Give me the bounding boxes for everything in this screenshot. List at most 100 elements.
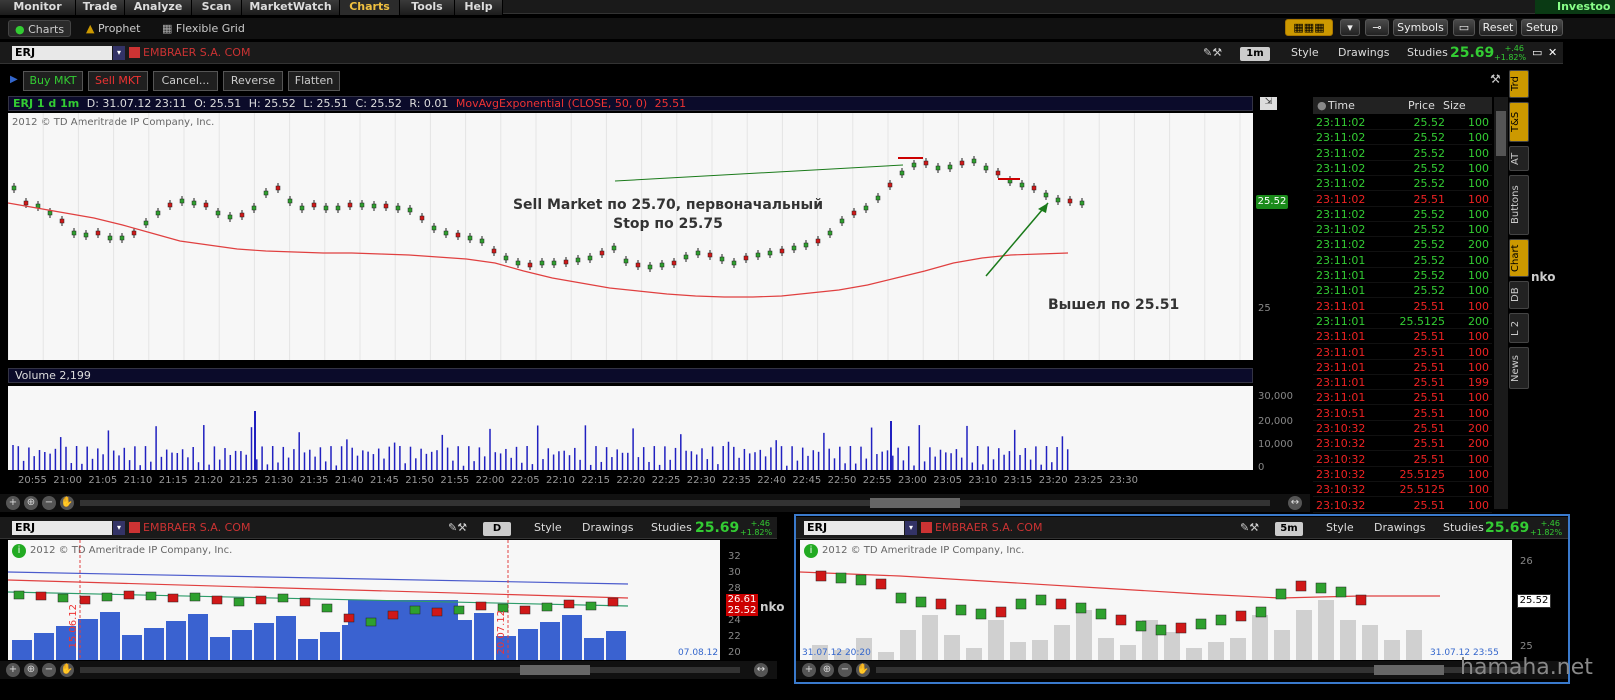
ts-row[interactable]: 23:11:01 25.51 100 [1313, 360, 1492, 375]
close-icon[interactable]: ✕ [1548, 46, 1557, 59]
side-tab-chart[interactable]: Chart [1509, 239, 1529, 277]
window-button[interactable]: ▭ [1453, 19, 1475, 36]
menu-help[interactable]: Help [455, 0, 503, 15]
flatten-button[interactable]: Flatten [288, 71, 340, 91]
daily-scrollbar[interactable] [80, 667, 740, 673]
ts-row[interactable]: 23:11:01 25.52 100 [1313, 268, 1492, 283]
maximize-icon[interactable]: ▭ [1532, 46, 1542, 59]
ts-row[interactable]: 23:11:02 25.52 200 [1313, 237, 1492, 253]
studies-menu[interactable]: Studies [1407, 46, 1448, 59]
menu-marketwatch[interactable]: MarketWatch [242, 0, 340, 15]
daily-pan-icon[interactable]: ✋ [60, 663, 74, 677]
ts-header-size[interactable]: Size [1443, 97, 1466, 114]
ts-row[interactable]: 23:11:02 25.52 100 [1313, 161, 1492, 176]
daily-symbol-input[interactable]: ERJ [12, 521, 112, 535]
daily-drawings-menu[interactable]: Drawings [582, 521, 633, 534]
daily-tools-icon[interactable]: ✎⚒ [448, 521, 467, 534]
fivemin-scroll-thumb[interactable] [1374, 665, 1444, 675]
fivemin-zoom-icon[interactable]: ⊕ [820, 663, 834, 677]
ts-scroll-thumb[interactable] [1496, 111, 1506, 156]
ts-row[interactable]: 23:11:02 25.52 100 [1313, 130, 1492, 146]
chart-settings-icon[interactable]: ⇲ [1260, 97, 1277, 110]
cancel-button[interactable]: Cancel... [153, 71, 218, 91]
side-tab-l2[interactable]: L 2 [1509, 313, 1529, 343]
side-tab-db[interactable]: DB [1509, 281, 1529, 309]
ts-row[interactable]: 23:11:02 25.52 100 [1313, 115, 1492, 130]
side-tab-at[interactable]: AT [1509, 146, 1529, 171]
fivemin-pan-icon[interactable]: ✋ [856, 663, 870, 677]
pan-hand-icon[interactable]: ✋ [60, 496, 74, 510]
side-tab-ts[interactable]: T&S [1509, 102, 1529, 142]
fivemin-zoom-out-icon[interactable]: − [838, 663, 852, 677]
daily-style-menu[interactable]: Style [534, 521, 562, 534]
link-button[interactable]: ⊸ [1365, 19, 1389, 36]
side-tab-buttons[interactable]: Buttons [1509, 175, 1529, 235]
main-symbol-input[interactable]: ERJ [12, 46, 112, 60]
side-tab-trd[interactable]: Trd [1509, 70, 1529, 98]
fivemin-studies-menu[interactable]: Studies [1443, 521, 1484, 534]
fivemin-chart[interactable]: i 2012 © TD Ameritrade IP Company, Inc. … [800, 540, 1512, 660]
daily-zoom-out-icon[interactable]: − [42, 663, 56, 677]
subtab-flexible-grid[interactable]: ▦ Flexible Grid [162, 20, 245, 37]
menu-trade[interactable]: Trade [76, 0, 125, 15]
ts-row[interactable]: 23:11:01 25.52 100 [1313, 283, 1492, 299]
main-scrollbar-thumb[interactable] [870, 498, 960, 508]
ts-header-time[interactable]: Time [1328, 97, 1355, 114]
expand-horizontal-icon[interactable]: ↔ [1288, 496, 1302, 510]
ts-row[interactable]: 23:11:02 25.52 100 [1313, 222, 1492, 238]
menu-analyze[interactable]: Analyze [125, 0, 192, 15]
ts-row[interactable]: 23:11:01 25.52 100 [1313, 253, 1492, 268]
ts-row[interactable]: 23:11:02 25.52 100 [1313, 207, 1492, 222]
zoom-in-icon[interactable]: + [6, 496, 20, 510]
fivemin-tools-icon[interactable]: ✎⚒ [1240, 521, 1259, 534]
ts-row[interactable]: 23:10:32 25.5125 100 [1313, 467, 1492, 482]
ts-row[interactable]: 23:11:01 25.51 100 [1313, 345, 1492, 360]
reset-button[interactable]: Reset [1479, 19, 1517, 36]
fivemin-zoom-in-icon[interactable]: + [802, 663, 816, 677]
ts-row[interactable]: 23:11:01 25.51 199 [1313, 375, 1492, 391]
wrench-icon[interactable]: ⚒ [1490, 72, 1501, 86]
menu-charts[interactable]: Charts [340, 0, 400, 15]
ts-header-price[interactable]: Price [1408, 97, 1435, 114]
drawings-menu[interactable]: Drawings [1338, 46, 1389, 59]
daily-studies-menu[interactable]: Studies [651, 521, 692, 534]
time-sales-scrollbar[interactable] [1494, 97, 1508, 509]
subtab-prophet[interactable]: ▲ Prophet [86, 20, 140, 37]
ts-row[interactable]: 23:11:01 25.51 100 [1313, 299, 1492, 314]
sell-mkt-button[interactable]: Sell MKT [88, 71, 148, 91]
fivemin-symbol-input[interactable]: ERJ [804, 521, 904, 535]
daily-symbol-dropdown-icon[interactable]: ▾ [113, 521, 125, 535]
ts-row[interactable]: 23:10:32 25.51 100 [1313, 452, 1492, 467]
daily-scroll-thumb[interactable] [520, 665, 590, 675]
grid-layout-button[interactable]: ▦▦▦ [1285, 19, 1333, 36]
symbol-dropdown-icon[interactable]: ▾ [113, 46, 125, 60]
ts-row[interactable]: 23:10:32 25.5125 100 [1313, 482, 1492, 498]
volume-chart[interactable] [8, 386, 1253, 470]
menu-scan[interactable]: Scan [192, 0, 242, 15]
fivemin-symbol-dropdown-icon[interactable]: ▾ [905, 521, 917, 535]
symbols-button[interactable]: Symbols [1393, 19, 1448, 36]
ts-row[interactable]: 23:10:32 25.51 200 [1313, 421, 1492, 436]
timeframe-button[interactable]: 1m [1240, 47, 1270, 61]
style-menu[interactable]: Style [1291, 46, 1319, 59]
daily-chart[interactable]: i 2012 © TD Ameritrade IP Company, Inc. … [8, 540, 720, 660]
side-tab-news[interactable]: News [1509, 347, 1529, 389]
layout-dropdown-button[interactable]: ▾ [1340, 19, 1360, 36]
ts-row[interactable]: 23:11:02 25.52 100 [1313, 176, 1492, 192]
ts-row[interactable]: 23:11:01 25.51 100 [1313, 390, 1492, 406]
daily-expand-icon[interactable]: ↔ [754, 663, 768, 677]
expand-arrow-icon[interactable]: ▶ [10, 74, 18, 85]
ts-row[interactable]: 23:11:01 25.5125 200 [1313, 314, 1492, 329]
subtab-charts[interactable]: ● Charts [8, 20, 72, 37]
daily-timeframe-button[interactable]: D [483, 522, 511, 536]
daily-zoom-icon[interactable]: ⊕ [24, 663, 38, 677]
main-scrollbar[interactable] [80, 500, 1270, 506]
main-price-chart[interactable]: 2012 © TD Ameritrade IP Company, Inc. Se… [8, 113, 1253, 360]
ts-row[interactable]: 23:11:01 25.51 100 [1313, 329, 1492, 345]
ts-row[interactable]: 23:10:51 25.51 100 [1313, 406, 1492, 421]
buy-mkt-button[interactable]: Buy MKT [23, 71, 83, 91]
tools-icon[interactable]: ✎⚒ [1203, 46, 1222, 59]
reverse-button[interactable]: Reverse [223, 71, 283, 91]
menu-monitor[interactable]: Monitor [0, 0, 76, 15]
daily-zoom-in-icon[interactable]: + [6, 663, 20, 677]
